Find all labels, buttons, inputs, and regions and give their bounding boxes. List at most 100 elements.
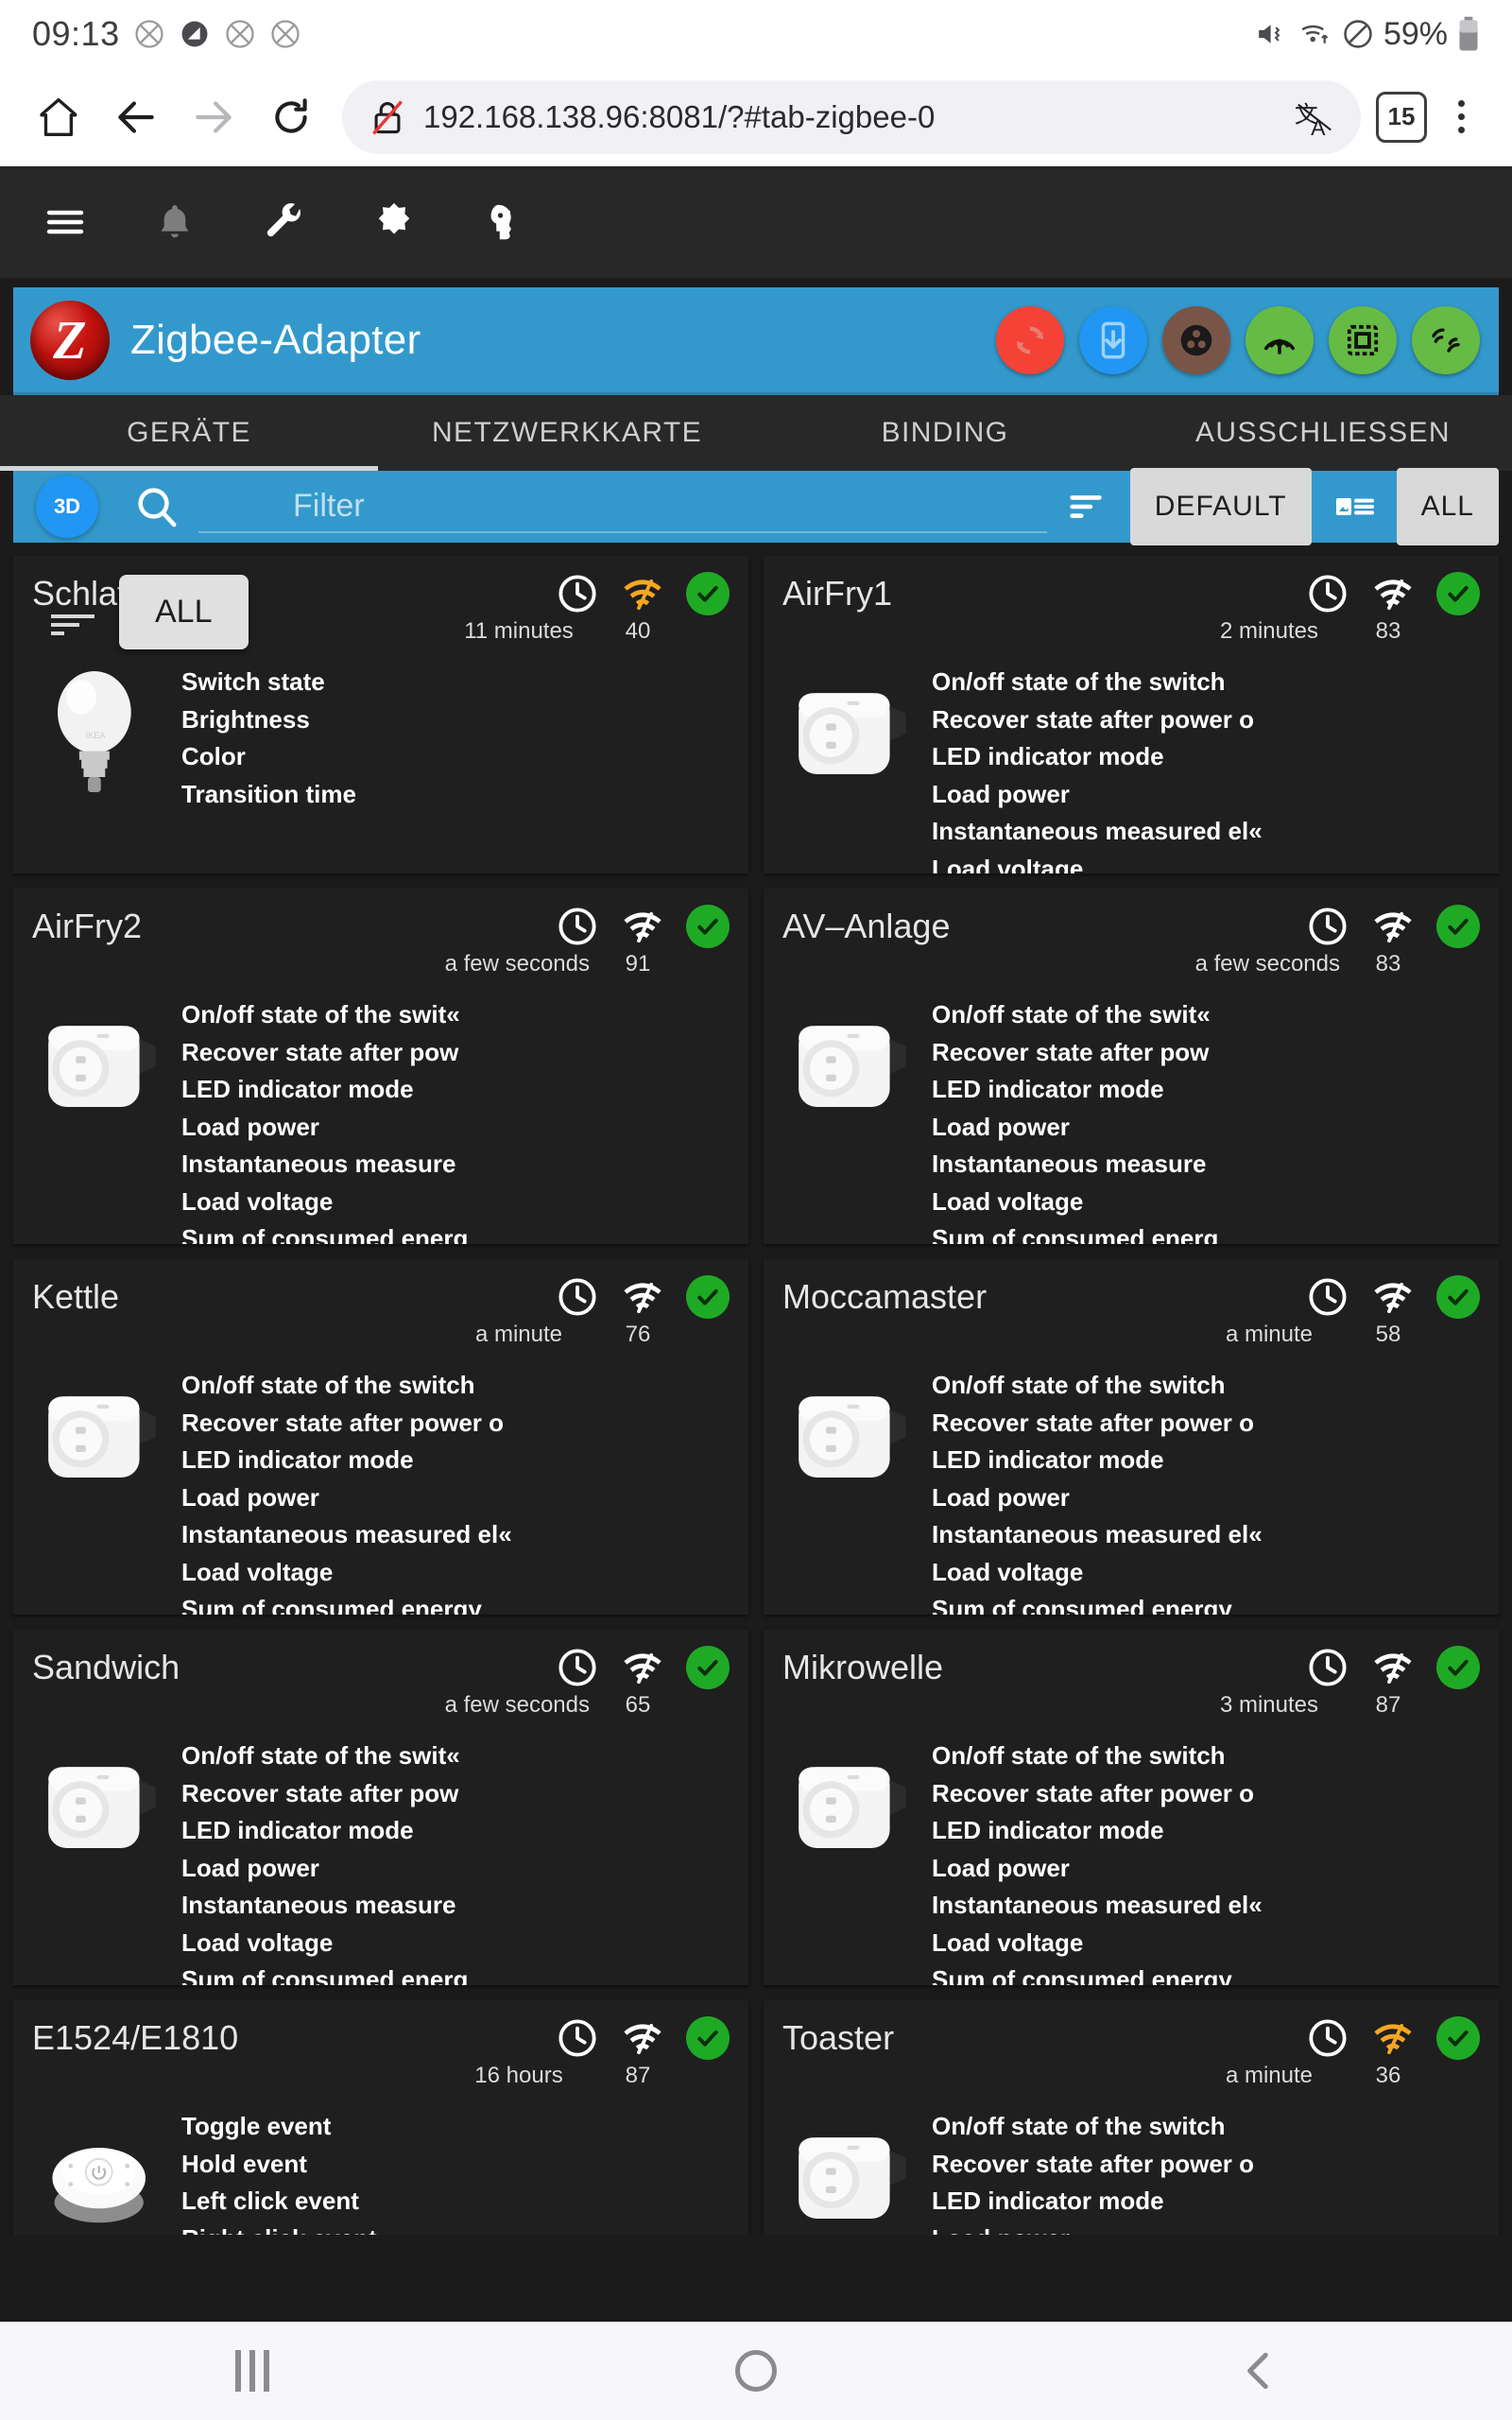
device-card[interactable]: E1524/E1810 16 hours 87 Toggle event Hold ev… — [13, 2000, 748, 2235]
device-card[interactable]: AirFry1 2 minutes 83 On/off state of the sw… — [764, 556, 1499, 873]
status-bar-right: 59% — [1255, 16, 1480, 53]
device-state-item: On/off state of the switch — [932, 2112, 1226, 2140]
device-card-header: Toaster a minute 36 — [782, 2015, 1480, 2095]
device-state-item: Load power — [181, 1482, 319, 1512]
device-last-seen: a few seconds — [444, 951, 590, 977]
translate-icon[interactable]: 文A — [1293, 95, 1336, 139]
tab-ausschliessen[interactable]: AUSSCHLIESSEN — [1134, 395, 1512, 471]
wifi-transfer-icon — [1298, 18, 1332, 50]
device-last-seen: 11 minutes — [464, 618, 574, 644]
device-card[interactable]: Toaster a minute 36 On/off state of the swi… — [764, 2000, 1499, 2235]
device-state-item: Sum of consumed energ — [932, 1224, 1219, 1244]
device-link-quality: 83 — [1375, 951, 1401, 977]
default-button[interactable]: DEFAULT — [1129, 468, 1312, 545]
user-head-icon[interactable] — [474, 193, 533, 251]
device-status: 2 minutes 83 — [1198, 571, 1480, 645]
device-grid: Schlafz 11 minutes 40 IKEA Switch state Brigh… — [13, 556, 1499, 2235]
device-card[interactable]: Mikrowelle 3 minutes 87 On/off state of the… — [764, 1630, 1499, 1985]
tab-geraete[interactable]: GERÄTE — [0, 395, 378, 471]
link-quality-icon — [1370, 1645, 1416, 1690]
kebab-menu-icon[interactable] — [1433, 100, 1489, 133]
insecure-lock-icon[interactable] — [367, 96, 408, 138]
reload-button[interactable] — [255, 81, 327, 153]
device-status: a few seconds 65 — [445, 1645, 730, 1719]
device-link-quality: 58 — [1375, 1322, 1401, 1347]
device-card[interactable]: Sandwich a few seconds 65 On/off state of t… — [13, 1630, 748, 1985]
device-card[interactable]: AirFry2 a few seconds 91 On/off state of th… — [13, 889, 748, 1244]
device-card[interactable]: Kettle a minute 76 On/off state of the swit… — [13, 1259, 748, 1615]
device-name-underline — [51, 614, 94, 640]
device-state-item: Load voltage — [181, 1557, 334, 1586]
home-circle-icon[interactable] — [504, 2350, 1007, 2392]
device-card-header: AV–Anlage a few seconds 83 — [782, 904, 1480, 983]
device-card-body: On/off state of the switch Recover state … — [782, 2100, 1480, 2235]
all-button[interactable]: ALL — [1396, 468, 1499, 545]
device-state-item: Recover state after power o — [181, 1408, 505, 1437]
device-state-item: Recover state after pow — [181, 1037, 459, 1066]
device-state-item: Load power — [932, 1853, 1070, 1882]
bell-icon[interactable] — [146, 193, 204, 251]
refresh-button[interactable] — [996, 305, 1064, 374]
bulb-icon: IKEA — [32, 656, 174, 807]
device-state-item: Brightness — [181, 704, 310, 734]
main-tabs: GERÄTE NETZWERKKARTE BINDING AUSSCHLIESS… — [0, 395, 1512, 471]
card-view-icon[interactable] — [1312, 484, 1397, 529]
device-state-item: Instantaneous measured el« — [932, 1891, 1263, 1920]
clock-icon — [1306, 905, 1349, 948]
tab-count-button[interactable]: 15 — [1376, 91, 1427, 143]
device-card[interactable]: Moccamaster a minute 58 On/off state of the… — [764, 1259, 1499, 1615]
plug-icon — [782, 1359, 924, 1511]
back-button[interactable] — [100, 81, 172, 153]
device-state-item: Sum of consumed energy — [181, 1595, 482, 1615]
device-status-icons — [556, 1274, 730, 1320]
device-link-quality: 76 — [625, 1322, 651, 1347]
device-state-list: On/off state of the swit« Recover state a… — [181, 1730, 730, 1985]
recents-icon[interactable] — [0, 2350, 504, 2392]
plug-icon — [32, 989, 174, 1140]
url-text[interactable]: 192.168.138.96:8081/?#tab-zigbee-0 — [423, 99, 935, 135]
back-chevron-icon[interactable] — [1008, 2347, 1512, 2394]
touchlink-button[interactable] — [1162, 305, 1230, 374]
device-scroll-area[interactable]: Schlafz 11 minutes 40 IKEA Switch state Brigh… — [0, 543, 1512, 2235]
wrench-icon[interactable] — [255, 193, 314, 251]
clock-icon — [1306, 572, 1349, 615]
device-card-body: On/off state of the switch Recover state … — [782, 656, 1480, 873]
status-bar-left: 09:13 — [32, 14, 301, 54]
tab-binding[interactable]: BINDING — [756, 395, 1134, 471]
device-card-body: On/off state of the switch Recover state … — [32, 1359, 730, 1615]
device-card-header: E1524/E1810 16 hours 87 — [32, 2015, 730, 2095]
online-status-icon — [1436, 1275, 1480, 1319]
search-icon[interactable] — [130, 482, 183, 531]
signal-button[interactable] — [1412, 305, 1480, 374]
hamburger-menu-icon[interactable] — [36, 193, 94, 251]
filter-input[interactable]: Filter — [198, 480, 1047, 533]
block-icon-2 — [269, 18, 301, 50]
device-state-list: Switch state Brightness Color Transition ti… — [181, 656, 730, 813]
address-bar[interactable]: 192.168.138.96:8081/?#tab-zigbee-0 文A — [342, 79, 1361, 154]
device-state-item: Instantaneous measured el« — [181, 1520, 512, 1549]
tab-netzwerkkarte[interactable]: NETZWERKKARTE — [378, 395, 756, 471]
device-status-texts: a few seconds 91 — [445, 951, 730, 977]
device-state-item: Load power — [181, 1853, 319, 1882]
device-state-item: LED indicator mode — [181, 1075, 414, 1104]
device-status-icons — [1306, 1274, 1480, 1320]
brightness-icon[interactable] — [365, 193, 423, 251]
home-button[interactable] — [23, 81, 94, 153]
sort-icon[interactable] — [1057, 485, 1117, 528]
download-button[interactable] — [1079, 305, 1147, 374]
link-quality-icon — [1370, 2015, 1416, 2061]
device-state-item: Load voltage — [932, 854, 1084, 873]
device-state-item: Load power — [932, 1482, 1070, 1512]
pairing-button[interactable] — [1246, 305, 1314, 374]
3d-view-badge[interactable]: 3D — [36, 475, 98, 538]
firmware-button[interactable] — [1329, 305, 1397, 374]
forward-button — [178, 81, 249, 153]
device-state-item: Recover state after pow — [181, 1778, 459, 1807]
device-link-quality: 65 — [625, 1692, 651, 1718]
vibrate-off-icon — [179, 18, 211, 50]
device-card[interactable]: AV–Anlage a few seconds 83 On/off state of … — [764, 889, 1499, 1244]
device-card[interactable]: Schlafz 11 minutes 40 IKEA Switch state Brigh… — [13, 556, 748, 873]
plug-icon — [782, 1730, 924, 1881]
device-last-seen: a minute — [1225, 2063, 1314, 2088]
device-state-item: Instantaneous measured el« — [932, 817, 1263, 846]
